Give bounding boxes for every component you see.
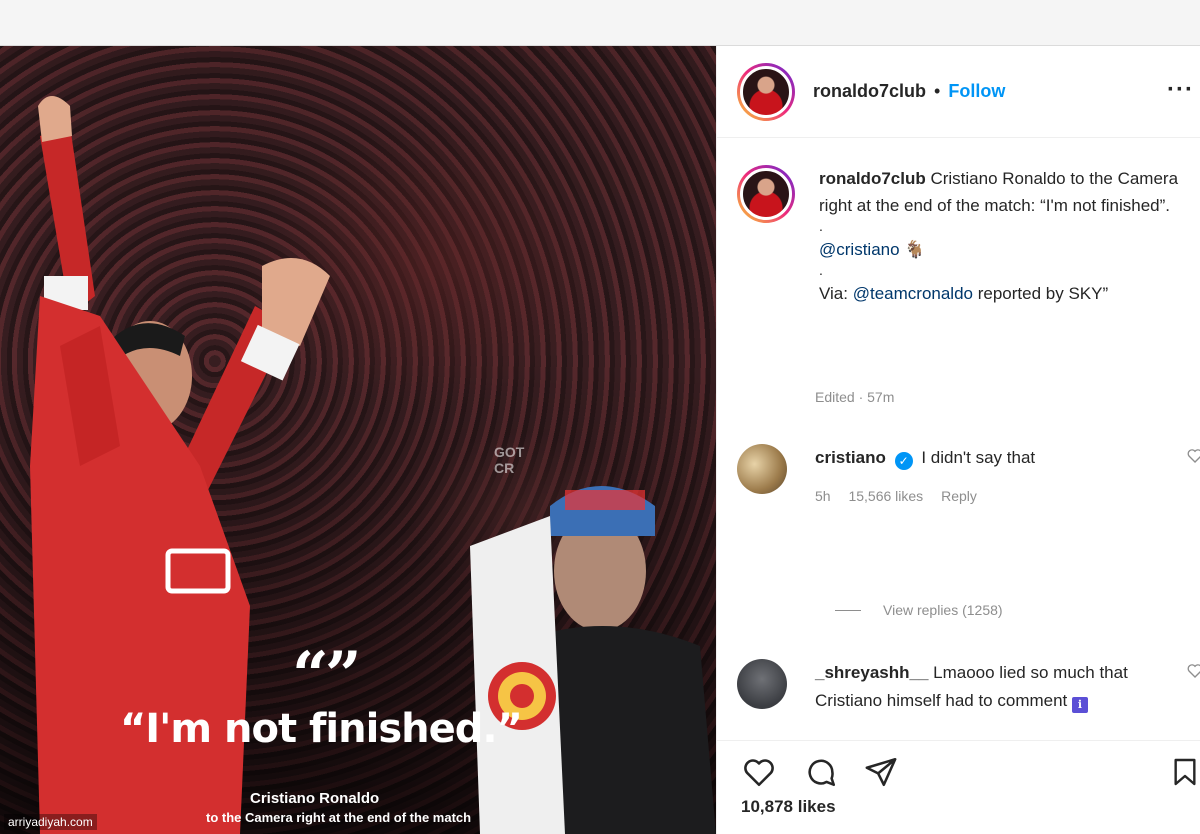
comment-like-heart-icon[interactable] xyxy=(1187,663,1200,679)
fan-figure xyxy=(470,486,716,834)
commenter-avatar[interactable] xyxy=(737,659,787,709)
comment-item: cristiano ✓ I didn't say that 5h 15,566 … xyxy=(737,444,1200,510)
post-image[interactable]: GOT CR “” “I'm not finished.” Cristiano … xyxy=(0,46,716,834)
post-caption: ronaldo7club Cristiano Ronaldo to the Ca… xyxy=(737,165,1187,307)
image-quote-text: “I'm not finished.” xyxy=(120,706,523,752)
comment-item: _shreyashh__ Lmaooo lied so much that Cr… xyxy=(737,659,1200,715)
post-likes-count[interactable]: 10,878 likes xyxy=(741,797,836,817)
follow-button[interactable]: Follow xyxy=(948,81,1005,102)
comment-bubble-icon[interactable] xyxy=(803,755,839,789)
caption-edited-time: Edited · 57m xyxy=(815,389,895,405)
goat-emoji: 🐐 xyxy=(904,240,926,259)
commenter-username[interactable]: _shreyashh__ xyxy=(815,663,928,682)
image-watermark: GOT CR xyxy=(494,444,525,476)
post-header: ronaldo7club • Follow ··· xyxy=(717,46,1200,138)
site-watermark: arriyadiyah.com xyxy=(4,814,97,830)
image-caption-subtitle: to the Camera right at the end of the ma… xyxy=(206,810,472,825)
image-caption-name: Cristiano Ronaldo xyxy=(250,790,380,807)
caption-separator: . xyxy=(819,218,823,234)
view-replies-button[interactable]: View replies (1258) xyxy=(835,602,1003,618)
via-prefix: Via: xyxy=(819,284,848,303)
comment-text: I didn't say that xyxy=(921,448,1036,467)
author-username[interactable]: ronaldo7club xyxy=(813,81,926,102)
browser-top-strip xyxy=(0,0,1200,46)
view-replies-label: View replies (1258) xyxy=(883,602,1003,618)
more-options-icon[interactable]: ··· xyxy=(1167,76,1194,104)
info-emoji-icon: ℹ xyxy=(1072,697,1089,713)
replies-line xyxy=(835,609,861,611)
post-side-panel: ronaldo7club • Follow ··· ronaldo7club C… xyxy=(716,46,1200,834)
mention-cristiano[interactable]: @cristiano xyxy=(819,240,900,259)
quote-marks: “” xyxy=(292,638,362,713)
save-bookmark-icon[interactable] xyxy=(1169,755,1200,789)
comments-section: ronaldo7club Cristiano Ronaldo to the Ca… xyxy=(717,139,1200,739)
share-send-icon[interactable] xyxy=(863,755,899,789)
verified-badge-icon: ✓ xyxy=(894,452,913,470)
caption-username[interactable]: ronaldo7club xyxy=(819,169,926,188)
reply-button[interactable]: Reply xyxy=(941,488,977,504)
mention-teamcronaldo[interactable]: @teamcronaldo xyxy=(853,284,973,303)
separator-dot: • xyxy=(934,81,941,101)
commenter-avatar[interactable] xyxy=(737,444,787,494)
comment-time[interactable]: 5h xyxy=(815,488,831,504)
instagram-post: GOT CR “” “I'm not finished.” Cristiano … xyxy=(0,46,1200,834)
author-avatar[interactable] xyxy=(737,62,795,121)
via-suffix: reported by SKY” xyxy=(977,284,1109,303)
like-heart-icon[interactable] xyxy=(741,755,777,789)
commenter-username[interactable]: cristiano xyxy=(815,448,886,467)
comment-like-heart-icon[interactable] xyxy=(1187,448,1200,464)
post-actions-bar: 10,878 likes xyxy=(717,740,1200,834)
caption-avatar[interactable] xyxy=(737,165,795,223)
caption-separator-2: . xyxy=(819,262,823,278)
comment-likes[interactable]: 15,566 likes xyxy=(848,488,923,504)
caption-text-block: ronaldo7club Cristiano Ronaldo to the Ca… xyxy=(819,165,1187,307)
